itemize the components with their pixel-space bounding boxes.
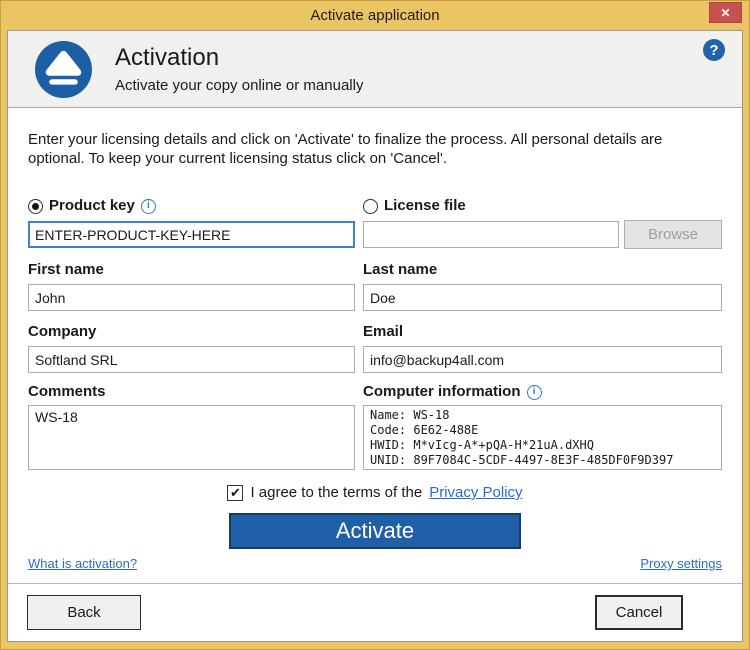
footer: Back Cancel [8, 583, 742, 641]
dialog-body: Activation Activate your copy online or … [7, 30, 743, 642]
last-name-cell: Last name [363, 249, 722, 311]
app-logo-icon [35, 40, 92, 98]
comments-textarea[interactable] [28, 405, 355, 470]
license-file-row: Browse [363, 220, 722, 249]
computer-info-label: Computer information [363, 383, 521, 400]
computer-info-info-icon[interactable]: i [526, 384, 542, 400]
company-cell: Company [28, 311, 355, 373]
license-file-radio[interactable] [363, 198, 378, 214]
window-title: Activate application [310, 6, 440, 24]
back-button[interactable]: Back [27, 595, 141, 630]
last-name-input[interactable] [363, 284, 722, 311]
computer-info-cell: Computer information i Name: WS-18 Code:… [363, 373, 722, 475]
email-cell: Email [363, 311, 722, 373]
product-key-head: Product key i [28, 196, 355, 216]
last-name-label: Last name [363, 261, 438, 278]
proxy-settings-link[interactable]: Proxy settings [640, 556, 722, 571]
product-key-input[interactable] [28, 221, 355, 248]
header: Activation Activate your copy online or … [8, 31, 742, 108]
email-label: Email [363, 323, 404, 340]
agree-checkbox[interactable]: ✔ [227, 484, 244, 501]
check-icon: ✔ [229, 485, 241, 500]
links-row: What is activation? Proxy settings [28, 556, 722, 571]
privacy-policy-link[interactable]: Privacy Policy [429, 484, 522, 501]
license-file-cell: License file Browse [363, 168, 722, 249]
license-file-input[interactable] [363, 221, 619, 248]
first-name-cell: First name [28, 249, 355, 311]
browse-button[interactable]: Browse [624, 220, 722, 249]
main-content: Enter your licensing details and click o… [8, 108, 742, 583]
product-key-label: Product key [49, 197, 135, 214]
company-label: Company [28, 323, 97, 340]
close-icon: ✕ [720, 5, 731, 20]
product-key-info-icon[interactable]: i [140, 198, 156, 214]
cancel-button[interactable]: Cancel [595, 595, 683, 630]
product-key-cell: Product key i [28, 168, 355, 249]
what-is-activation-link[interactable]: What is activation? [28, 556, 137, 571]
agreement-text: I agree to the terms of the [250, 484, 423, 501]
company-input[interactable] [28, 346, 355, 373]
computer-info-box: Name: WS-18 Code: 6E62-488E HWID: M*vIcg… [363, 405, 722, 470]
page-subtitle: Activate your copy online or manually [115, 76, 364, 94]
email-input[interactable] [363, 346, 722, 373]
agreement-row: ✔ I agree to the terms of the Privacy Po… [28, 484, 722, 501]
header-text: Activation Activate your copy online or … [115, 43, 364, 94]
license-file-label: License file [384, 197, 466, 214]
intro-text: Enter your licensing details and click o… [28, 131, 663, 167]
license-file-head: License file [363, 196, 722, 216]
activation-dialog: Activate application ✕ Activation Activa… [0, 0, 750, 650]
comments-cell: Comments [28, 373, 355, 475]
comments-label: Comments [28, 383, 106, 400]
page-title: Activation [115, 43, 220, 71]
first-name-input[interactable] [28, 284, 355, 311]
help-button[interactable]: ? [703, 39, 725, 61]
titlebar: Activate application ✕ [0, 0, 750, 30]
computer-info-head: Computer information i [363, 382, 722, 402]
product-key-radio[interactable] [28, 198, 43, 214]
close-button[interactable]: ✕ [709, 2, 742, 23]
first-name-label: First name [28, 261, 104, 278]
form-grid: Product key i License file Browse [28, 168, 722, 475]
activate-button[interactable]: Activate [229, 513, 521, 549]
question-mark-icon: ? [709, 41, 719, 59]
